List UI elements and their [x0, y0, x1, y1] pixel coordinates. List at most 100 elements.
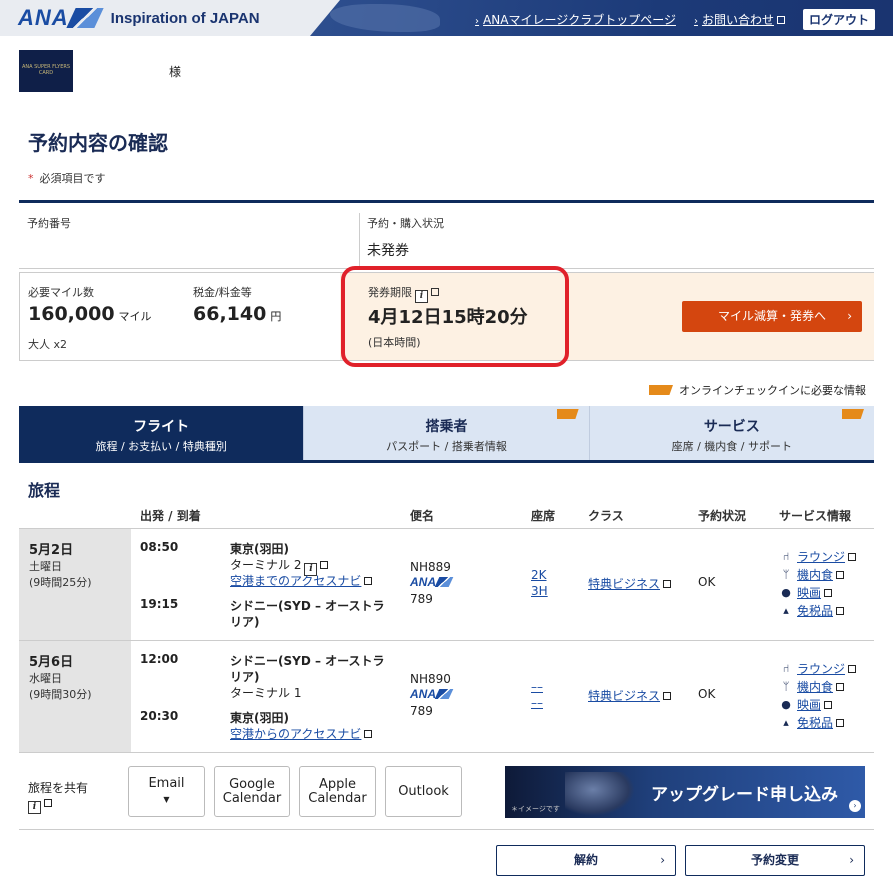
- lounge-link[interactable]: ⑁ ラウンジ: [779, 660, 857, 678]
- outlook-button[interactable]: Outlook: [385, 766, 462, 817]
- tab-passenger-sub: パスポート / 搭乗者情報: [386, 440, 507, 453]
- tag-icon: [649, 385, 673, 395]
- external-link-icon: [836, 571, 845, 579]
- access-navi-link[interactable]: 空港までのアクセスナビ: [230, 572, 373, 589]
- seat-link[interactable]: 2K: [531, 568, 547, 582]
- ana-logo[interactable]: ANA Inspiration of JAPAN: [18, 5, 260, 31]
- contact-link[interactable]: › お問い合わせ: [694, 11, 785, 28]
- col-class: クラス: [588, 509, 624, 523]
- upgrade-banner[interactable]: アップグレード申し込み ＊イメージです ›: [505, 766, 865, 818]
- info-icon[interactable]: i: [28, 801, 41, 814]
- departure-terminal: ターミナル 1: [230, 686, 302, 700]
- divider: [359, 213, 360, 269]
- tab-passenger[interactable]: 搭乗者 パスポート / 搭乗者情報: [304, 406, 590, 460]
- lounge-chair-icon: ⑁: [782, 550, 790, 563]
- flight-number: NH889: [410, 560, 451, 574]
- film-camera-icon: ●: [781, 586, 791, 599]
- col-seat: 座席: [531, 509, 556, 523]
- chevron-right-icon: ›: [475, 16, 480, 27]
- external-link-icon: [320, 561, 329, 569]
- change-booking-button[interactable]: 予約変更 ›: [685, 845, 865, 876]
- passenger-photo: [565, 772, 635, 816]
- tax-unit: 円: [270, 310, 282, 323]
- contact-label: お問い合わせ: [701, 13, 774, 27]
- booking-status-label: 予約・購入状況: [367, 217, 444, 230]
- tab-flight[interactable]: フライト 旅程 / お支払い / 特典種別: [19, 406, 305, 460]
- booking-ref-label: 予約番号: [27, 217, 71, 230]
- apple-calendar-button[interactable]: Apple Calendar: [299, 766, 376, 817]
- tab-service[interactable]: サービス 座席 / 機内食 / サポート: [589, 406, 874, 460]
- departure-place: 東京(羽田): [230, 542, 289, 556]
- meal-label: 機内食: [797, 680, 834, 694]
- itinerary-title: 旅程: [28, 481, 61, 500]
- share-section: 旅程を共有 i Email ▼ Google Calendar Apple Ca…: [19, 754, 874, 830]
- share-label-text: 旅程を共有: [28, 781, 89, 795]
- segment-date-box: 5月2日 土曜日 (9時間25分): [19, 529, 131, 640]
- ana-swoosh-icon: [434, 577, 454, 587]
- dutyfree-link[interactable]: ▴ 免税品: [779, 714, 856, 732]
- required-note: * 必須項目です: [28, 170, 106, 186]
- movie-label: 映画: [797, 698, 822, 712]
- segment-weekday: 土曜日: [29, 560, 62, 573]
- movie-link[interactable]: ● 映画: [779, 696, 856, 714]
- class-link[interactable]: 特典ビジネス: [588, 687, 672, 704]
- required-note-text: 必須項目です: [39, 172, 106, 185]
- image-note: ＊イメージです: [511, 805, 560, 813]
- departure-time: 08:50: [140, 540, 179, 554]
- meal-link[interactable]: ᛘ 機内食: [779, 678, 856, 696]
- checkin-info-link[interactable]: オンラインチェックインに必要な情報: [649, 382, 866, 398]
- chevron-right-icon: ›: [849, 853, 854, 867]
- share-label: 旅程を共有 i: [28, 781, 88, 814]
- tax-value: 66,140 円: [193, 303, 281, 325]
- dutyfree-link[interactable]: ▴ 免税品: [779, 602, 856, 620]
- external-link-icon: [836, 607, 845, 615]
- external-link-icon: [848, 665, 857, 673]
- email-share-button[interactable]: Email ▼: [128, 766, 205, 817]
- tab-flight-sub: 旅程 / お支払い / 特典種別: [95, 440, 227, 453]
- segment-date: 5月2日: [29, 543, 74, 558]
- departure-place-line2: リア): [230, 670, 260, 684]
- flight-number: NH890: [410, 672, 451, 686]
- col-status: 予約状況: [698, 509, 747, 523]
- meal-label: 機内食: [797, 568, 834, 582]
- external-link-icon: [663, 580, 672, 588]
- checkin-info-label: オンラインチェックインに必要な情報: [679, 384, 866, 397]
- segment-date: 5月6日: [29, 655, 74, 670]
- segment-duration: (9時間30分): [29, 688, 92, 701]
- logout-button[interactable]: ログアウト: [802, 9, 875, 30]
- access-navi-label: 空港までのアクセスナビ: [230, 574, 362, 588]
- arrival-time: 20:30: [140, 709, 179, 723]
- lounge-link[interactable]: ⑁ ラウンジ: [779, 548, 857, 566]
- external-link-icon: [824, 701, 833, 709]
- seat-link[interactable]: ––: [531, 680, 543, 694]
- fork-knife-icon: ᛘ: [782, 680, 790, 693]
- ana-swoosh-icon: [434, 689, 454, 699]
- tab-service-title: サービス: [703, 419, 760, 435]
- booking-status: OK: [698, 575, 716, 589]
- cancel-booking-button[interactable]: 解約 ›: [496, 845, 676, 876]
- class-link[interactable]: 特典ビジネス: [588, 575, 672, 592]
- chevron-right-icon: ›: [660, 853, 665, 867]
- movie-label: 映画: [797, 586, 822, 600]
- segment-duration: (9時間25分): [29, 576, 92, 589]
- film-camera-icon: ●: [781, 698, 791, 711]
- issue-ticket-button[interactable]: マイル減算・発券へ ›: [682, 301, 862, 332]
- external-link-icon: [848, 553, 857, 561]
- lounge-chair-icon: ⑁: [782, 662, 790, 675]
- tax-number: 66,140: [193, 303, 267, 325]
- ana-logo-small: ANA: [410, 575, 454, 589]
- terminal-text: ターミナル 2: [230, 558, 302, 572]
- airline-name: ANA: [410, 687, 436, 701]
- lounge-label: ラウンジ: [797, 550, 846, 564]
- access-navi-link[interactable]: 空港からのアクセスナビ: [230, 725, 373, 742]
- seat-link[interactable]: 3H: [531, 584, 548, 598]
- google-calendar-button[interactable]: Google Calendar: [214, 766, 290, 817]
- seat-link[interactable]: ––: [531, 696, 543, 710]
- tab-service-sub: 座席 / 機内食 / サポート: [671, 440, 793, 453]
- meal-link[interactable]: ᛘ 機内食: [779, 566, 856, 584]
- google-label-1: Google: [229, 776, 275, 792]
- cancel-label: 解約: [573, 853, 598, 867]
- amc-top-link[interactable]: › ANAマイレージクラブトップページ: [475, 11, 676, 28]
- col-service: サービス情報: [779, 509, 852, 523]
- movie-link[interactable]: ● 映画: [779, 584, 856, 602]
